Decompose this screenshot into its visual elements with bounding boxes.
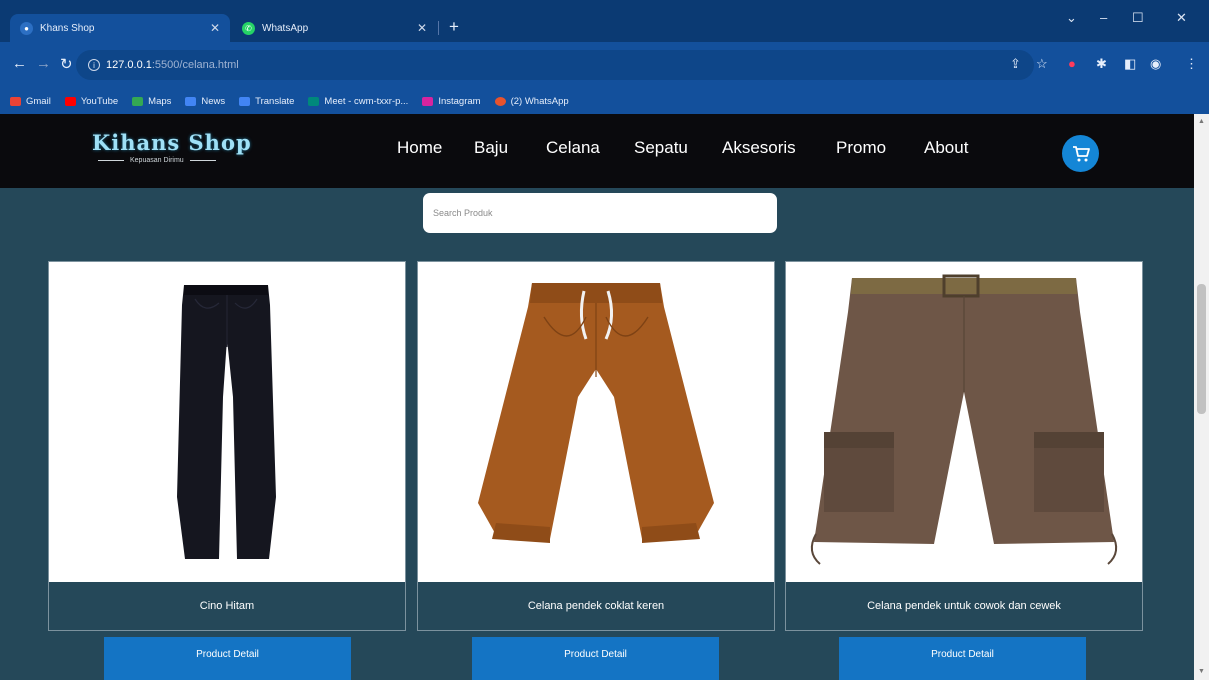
side-panel-icon[interactable]: ◧: [1124, 56, 1136, 72]
address-path: :5500/celana.html: [151, 59, 239, 71]
product-detail-button[interactable]: Product Detail: [104, 637, 351, 680]
bookmark-label: News: [201, 95, 226, 107]
scroll-up-arrow-icon[interactable]: ▲: [1198, 118, 1205, 125]
product-detail-button[interactable]: Product Detail: [839, 637, 1086, 680]
nav-baju[interactable]: Baju: [474, 138, 508, 158]
brown-cargo-shorts-image: [810, 274, 1118, 565]
cart-button[interactable]: [1062, 135, 1099, 172]
bookmark-label: Translate: [255, 95, 295, 107]
browser-toolbar: ← → ↻ i 127.0.0.1:5500/celana.html ⇪ ☆ ●…: [0, 42, 1209, 88]
bookmark-label: Maps: [148, 95, 172, 107]
reload-icon[interactable]: ↻: [60, 55, 73, 73]
product-card-celana-pendek-cowok-cewek: Celana pendek untuk cowok dan cewek: [785, 261, 1143, 631]
nav-about[interactable]: About: [924, 138, 968, 158]
nav-home[interactable]: Home: [397, 138, 442, 158]
tab-title: WhatsApp: [262, 22, 309, 34]
youtube-icon: [64, 96, 76, 106]
product-image[interactable]: [786, 262, 1142, 582]
whatsapp-icon: [494, 96, 506, 106]
maximize-icon[interactable]: ☐: [1132, 10, 1144, 26]
share-icon[interactable]: ⇪: [1010, 56, 1021, 72]
address-host: 127.0.0.1: [106, 59, 152, 71]
extension-icon[interactable]: ●: [1068, 56, 1076, 71]
new-tab-icon[interactable]: +: [449, 17, 459, 37]
logo-name: Kihans Shop: [92, 130, 252, 155]
product-name: Cino Hitam: [199, 600, 255, 612]
scrollbar-thumb[interactable]: [1197, 284, 1206, 414]
tab-separator: [438, 21, 439, 35]
close-window-icon[interactable]: ✕: [1176, 10, 1187, 26]
scroll-down-arrow-icon[interactable]: ▼: [1198, 668, 1205, 675]
product-name: Celana pendek coklat keren: [527, 600, 665, 612]
bookmark-star-icon[interactable]: ☆: [1036, 56, 1048, 72]
page-viewport: Kihans Shop Kepuasan Dirimu Home Baju Ce…: [0, 114, 1194, 680]
product-image[interactable]: [49, 262, 405, 582]
menu-kebab-icon[interactable]: ⋮: [1185, 56, 1198, 72]
minimize-icon[interactable]: –: [1100, 10, 1107, 25]
nav-sepatu[interactable]: Sepatu: [634, 138, 688, 158]
nav-aksesoris[interactable]: Aksesoris: [722, 138, 796, 158]
site-navbar: Kihans Shop Kepuasan Dirimu Home Baju Ce…: [0, 114, 1194, 188]
tagline-text: Kepuasan Dirimu: [130, 157, 184, 164]
bookmarks-bar: Gmail YouTube Maps News Translate Meet -…: [0, 88, 1209, 114]
maps-icon: [132, 96, 144, 106]
bookmark-news[interactable]: News: [185, 96, 225, 107]
profile-avatar-icon[interactable]: ◉: [1150, 56, 1161, 72]
browser-tab-bar: ● Khans Shop ✕ ✆ WhatsApp ✕ + ⌄ – ☐ ✕: [0, 0, 1209, 42]
nav-celana[interactable]: Celana: [546, 138, 600, 158]
search-input[interactable]: [423, 193, 777, 233]
product-detail-button[interactable]: Product Detail: [472, 637, 719, 680]
bookmark-label: (2) WhatsApp: [510, 95, 569, 107]
bookmark-gmail[interactable]: Gmail: [10, 96, 51, 107]
site-info-icon[interactable]: i: [88, 59, 100, 71]
black-chino-pants-image: [177, 285, 276, 559]
tab-khans-shop[interactable]: ● Khans Shop ✕: [10, 14, 230, 42]
whatsapp-icon: ✆: [242, 21, 255, 35]
gmail-icon: [10, 96, 21, 106]
instagram-icon: [422, 96, 434, 106]
extensions-puzzle-icon[interactable]: ✱: [1096, 56, 1107, 72]
bookmark-label: Meet - cwm-txxr-p...: [324, 95, 409, 107]
product-card-cino-hitam: Cino Hitam: [48, 261, 406, 631]
nav-promo[interactable]: Promo: [836, 138, 886, 158]
product-name: Celana pendek untuk cowok dan cewek: [867, 600, 1061, 612]
back-icon[interactable]: ←: [12, 55, 27, 72]
bookmark-youtube[interactable]: YouTube: [64, 95, 119, 107]
bookmark-instagram[interactable]: Instagram: [422, 95, 481, 107]
forward-icon[interactable]: →: [36, 55, 51, 72]
bookmark-label: Instagram: [438, 95, 481, 107]
bookmark-meet[interactable]: Meet - cwm-txxr-p...: [308, 96, 408, 107]
logo-tagline: Kepuasan Dirimu: [92, 157, 302, 164]
bookmark-label: Gmail: [26, 95, 51, 107]
cart-icon: [1072, 145, 1090, 161]
close-tab-icon[interactable]: ✕: [417, 21, 427, 35]
product-card-celana-pendek-coklat: Celana pendek coklat keren: [417, 261, 775, 631]
meet-icon: [308, 96, 320, 106]
close-tab-icon[interactable]: ✕: [210, 21, 220, 35]
site-favicon-icon: ●: [20, 21, 33, 35]
tab-search-icon[interactable]: ⌄: [1066, 10, 1077, 26]
bookmark-whatsapp[interactable]: (2) WhatsApp: [494, 95, 569, 107]
product-image[interactable]: [418, 262, 774, 582]
tab-title: Khans Shop: [40, 22, 95, 34]
news-icon: [185, 96, 197, 106]
page-scrollbar[interactable]: ▲ ▼: [1194, 114, 1209, 680]
address-bar[interactable]: i 127.0.0.1:5500/celana.html: [76, 50, 1034, 80]
tab-whatsapp[interactable]: ✆ WhatsApp ✕: [232, 14, 437, 42]
translate-icon: [239, 96, 251, 106]
bookmark-label: YouTube: [80, 95, 119, 107]
bookmark-translate[interactable]: Translate: [239, 96, 294, 107]
bookmark-maps[interactable]: Maps: [132, 96, 171, 107]
brown-jogger-pants-image: [478, 283, 714, 543]
site-logo[interactable]: Kihans Shop Kepuasan Dirimu: [92, 130, 302, 174]
